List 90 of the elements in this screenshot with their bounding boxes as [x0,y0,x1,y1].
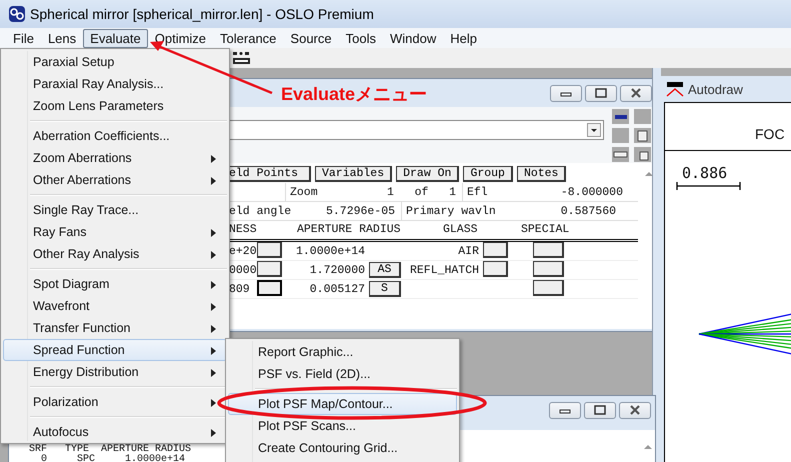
solve-button[interactable] [257,261,282,277]
menu-item[interactable]: Window [382,28,444,48]
menu-item[interactable]: Plot PSF Map/Contour... [228,393,457,415]
menu-item[interactable]: Polarization [3,391,227,413]
maximize-button[interactable] [585,84,617,102]
menu-item[interactable]: File [6,28,41,48]
field-label: Zoom [290,186,318,198]
menu-item[interactable]: Lens [40,28,84,48]
spreadsheet-button[interactable]: Group [463,166,513,182]
field-value: -8.000000 [560,186,623,198]
spreadsheet-button[interactable]: Notes [516,166,566,182]
window-title: Autodraw [688,82,743,96]
glass-button[interactable] [483,261,508,277]
menu-item[interactable]: PSF vs. Field (2D)... [228,363,457,385]
menu-item[interactable]: Spot Diagram [3,273,227,295]
field-label: Primary wavln [406,204,496,218]
toolbar-icon[interactable] [612,147,629,162]
minimize-button[interactable] [549,402,581,418]
minimize-button[interactable] [550,84,582,102]
column-header: SPECIAL [521,223,570,236]
menu-item[interactable]: Autofocus [3,421,227,443]
menu-item[interactable]: Zoom Aberrations [3,147,227,169]
spreadsheet-button[interactable]: eld Points [229,166,311,182]
menu-item[interactable]: Ray Fans [3,221,227,243]
menu-item[interactable]: Wavefront [3,295,227,317]
column-header: APERTURE RADIUS [297,223,401,236]
menu-item[interactable]: Tolerance [213,28,284,48]
menu-item[interactable]: Other Aberrations [3,169,227,191]
toolbar-icon[interactable] [634,128,651,143]
menu-item[interactable]: Spread Function [3,339,227,361]
maximize-button[interactable] [584,402,616,418]
close-button[interactable] [620,84,652,102]
spreadsheet-button[interactable]: Draw On [396,166,460,182]
window-title: Spherical mirror [spherical_mirror.len] - OSLO Premium [30,6,374,22]
solve-button[interactable] [257,242,282,258]
maximize-icon [594,405,606,415]
menu-item[interactable]: Zoom Lens Parameters [3,95,227,117]
drawing-title: FOC [755,126,785,142]
menu-item[interactable]: Other Ray Analysis [3,243,227,265]
menu-item[interactable]: Paraxial Setup [3,51,227,73]
maximize-icon [595,88,607,98]
table-cell: 0000 [229,264,257,276]
solve-button[interactable]: AS [369,262,401,278]
table-cell-text: 1.720000 [308,264,366,276]
table-cell-text: 809 [229,282,251,296]
spreadsheet-button[interactable]: Variables [315,166,392,182]
toolbar-icon[interactable] [634,147,651,162]
menu-item[interactable]: Paraxial Ray Analysis... [3,73,227,95]
menu-item[interactable]: Tools [338,28,383,48]
field-label: eld angle [229,204,292,218]
menu-item[interactable]: Evaluate [83,28,148,48]
column-header: GLASS [443,223,478,236]
menu-item[interactable]: Help [443,28,484,48]
field-value: 1 of 1 [386,186,456,198]
table-cell-text: 1.0000e+14 [294,244,366,258]
special-button[interactable] [533,280,564,296]
table-cell: e+20 [229,244,257,258]
menu-item[interactable]: Optimize [148,28,214,48]
close-icon [629,405,641,415]
menu-item[interactable]: Create Contouring Grid... [228,437,457,459]
table-cell: AIR [458,244,479,258]
menu-item[interactable]: Aberration Coefficients... [3,125,227,147]
special-button[interactable] [533,261,564,277]
toolbar-icon[interactable] [232,51,252,65]
menu-item[interactable]: Source [283,28,339,48]
glass-button[interactable] [483,242,508,258]
output-line: 0 SPC 1.0000e+14 [40,455,186,462]
close-button[interactable] [619,402,651,418]
annotation-label: Evaluateメニュー [281,83,428,106]
table-cell-text: 0.005127 [308,282,366,296]
scale-label: 0.886 [681,165,728,181]
app-logo-icon [8,5,26,23]
menu-item[interactable]: Energy Distribution [3,361,227,383]
field-label: Efl [467,186,488,198]
column-header: NESS [229,223,257,236]
menu-item[interactable]: Plot PSF Scans... [228,415,457,437]
output-line: SRF TYPE APERTURE RADIUS [29,445,192,455]
close-icon [630,88,642,98]
solve-button[interactable] [257,280,282,296]
command-combo-box[interactable] [229,120,604,140]
menu-item[interactable]: Single Ray Trace... [3,199,227,221]
solve-button[interactable]: S [369,281,401,297]
table-cell: REFL_HATCH [410,264,479,276]
special-button[interactable] [533,242,564,258]
menu-item[interactable]: Transfer Function [3,317,227,339]
field-value: 0.587560 [560,204,616,218]
scale-bar [676,181,742,191]
curve-icon [666,81,684,97]
field-value: 5.7296e-05 [326,204,395,218]
menu-item[interactable]: Report Graphic... [228,341,457,363]
